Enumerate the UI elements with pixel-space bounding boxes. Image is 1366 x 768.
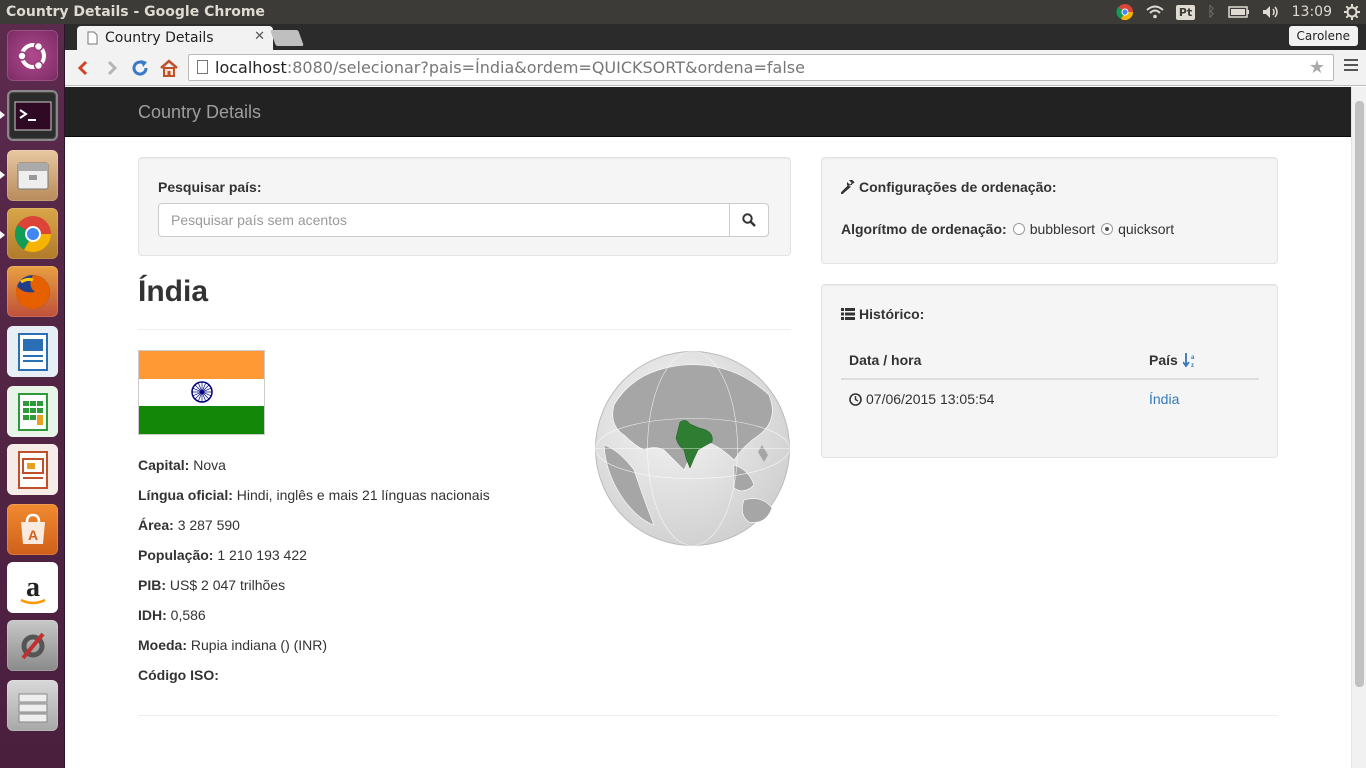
running-indicator	[0, 171, 5, 179]
chrome-icon[interactable]	[7, 208, 58, 259]
info-row-currency: Moeda: Rupia indiana () (INR)	[138, 637, 328, 653]
search-button[interactable]	[729, 203, 769, 237]
calc-icon[interactable]	[7, 386, 58, 437]
software-center-icon[interactable]: A	[7, 504, 58, 555]
search-panel: Pesquisar país:	[138, 157, 791, 256]
search-icon	[742, 213, 756, 227]
firefox-icon[interactable]	[7, 266, 58, 317]
radio-bubblesort[interactable]	[1012, 223, 1025, 235]
location-globe-map	[595, 351, 790, 546]
files-icon[interactable]	[7, 150, 58, 201]
writer-icon[interactable]	[7, 326, 58, 377]
navbar: Country Details	[65, 87, 1351, 137]
workspaces-icon[interactable]	[7, 680, 58, 731]
info-row-language: Língua oficial: Hindi, inglês e mais 21 …	[138, 487, 490, 503]
ashoka-chakra-icon	[191, 381, 213, 403]
bookmark-star-icon[interactable]: ★	[1309, 57, 1325, 78]
page-icon	[197, 60, 208, 74]
settings-icon[interactable]	[7, 620, 58, 671]
profile-button[interactable]: Carolene	[1288, 26, 1358, 46]
navbar-brand[interactable]: Country Details	[138, 102, 261, 123]
info-row-hdi: IDH: 0,586	[138, 607, 206, 623]
power-settings-icon[interactable]	[1338, 0, 1366, 24]
forward-button[interactable]	[100, 56, 124, 80]
page-favicon-icon	[87, 31, 98, 45]
svg-text:a: a	[26, 572, 40, 603]
page-scrollbar[interactable]	[1351, 87, 1366, 768]
radio-quicksort-label: quicksort	[1118, 221, 1175, 237]
svg-text:a: a	[1191, 355, 1195, 361]
history-datetime: 07/06/2015 13:05:54	[849, 391, 994, 407]
battery-icon[interactable]	[1222, 0, 1256, 24]
country-flag	[138, 350, 265, 435]
column-datetime: Data / hora	[849, 352, 922, 368]
svg-text:z: z	[1191, 363, 1194, 368]
history-country-link[interactable]: Índia	[1149, 391, 1179, 407]
address-bar[interactable]: localhost:8080/selecionar?pais=Índia&ord…	[188, 54, 1334, 81]
info-row-population: População: 1 210 193 422	[138, 547, 307, 563]
url-host: localhost	[215, 58, 287, 77]
svg-text:A: A	[27, 527, 37, 543]
history-table-header: Data / hora País az	[841, 343, 1259, 380]
sorting-panel: Configurações de ordenação: Algorítmo de…	[821, 157, 1278, 264]
history-title: Histórico:	[841, 306, 924, 322]
launcher: A a	[0, 24, 65, 768]
info-row-area: Área: 3 287 590	[138, 517, 240, 533]
bluetooth-icon[interactable]: ᛒ	[1201, 0, 1221, 24]
divider	[138, 715, 1278, 716]
table-row: 07/06/2015 13:05:54 Índia	[841, 380, 1259, 417]
volume-icon[interactable]	[1256, 0, 1286, 24]
sorting-algorithm-row: Algorítmo de ordenação: bubblesort quick…	[841, 221, 1175, 237]
scrollbar-thumb[interactable]	[1355, 101, 1364, 687]
ubuntu-dash-icon[interactable]	[7, 30, 58, 81]
flag-green-band	[139, 406, 264, 434]
running-indicator	[0, 111, 5, 119]
radio-bubblesort-label: bubblesort	[1029, 221, 1096, 237]
back-button[interactable]	[71, 56, 95, 80]
os-top-panel: Country Details - Google Chrome Pt ᛒ 13:…	[0, 0, 1366, 24]
info-row-gdp: PIB: US$ 2 047 trilhões	[138, 577, 286, 593]
chrome-tray-icon[interactable]	[1110, 0, 1140, 24]
running-indicator	[0, 231, 5, 239]
amazon-icon[interactable]: a	[7, 562, 58, 613]
info-row-capital: Capital: Nova	[138, 457, 226, 473]
browser-toolbar: localhost:8080/selecionar?pais=Índia&ord…	[65, 50, 1366, 86]
info-row-iso-code: Código ISO:	[138, 667, 219, 683]
window-title: Country Details - Google Chrome	[6, 4, 265, 20]
tab-country-details[interactable]: Country Details ✕	[77, 26, 273, 50]
terminal-icon[interactable]	[7, 90, 58, 141]
keyboard-layout-indicator[interactable]: Pt	[1170, 0, 1201, 24]
search-input[interactable]	[158, 203, 730, 237]
clock-icon	[849, 392, 862, 406]
system-tray: Pt ᛒ 13:09	[1110, 0, 1366, 24]
search-label: Pesquisar país:	[158, 179, 262, 195]
sort-alpha-icon: az	[1182, 353, 1195, 368]
tab-title: Country Details	[105, 30, 214, 46]
list-icon	[841, 308, 855, 320]
reload-button[interactable]	[128, 56, 152, 80]
tab-strip: Country Details ✕ Carolene	[65, 24, 1366, 50]
url-path: :8080/selecionar?pais=Índia&ordem=QUICKS…	[286, 58, 805, 77]
chrome-menu-icon[interactable]	[1344, 59, 1358, 74]
column-country[interactable]: País az	[1149, 352, 1197, 368]
wrench-icon	[841, 180, 855, 194]
sorting-title: Configurações de ordenação:	[841, 179, 1057, 195]
history-panel: Histórico: Data / hora País az 07/06/201…	[821, 284, 1278, 458]
country-title: Índia	[138, 275, 209, 308]
divider	[138, 329, 791, 330]
new-tab-button[interactable]	[270, 30, 304, 46]
history-table: Data / hora País az 07/06/2015 13:05:54 …	[841, 343, 1259, 417]
clock[interactable]: 13:09	[1286, 0, 1338, 24]
wifi-icon[interactable]	[1140, 0, 1170, 24]
flag-white-band	[139, 379, 264, 406]
page-viewport: Country Details Pesquisar país: Índia	[65, 87, 1351, 768]
impress-icon[interactable]	[7, 444, 58, 495]
tab-close-icon[interactable]: ✕	[254, 29, 265, 44]
flag-saffron-band	[139, 351, 264, 379]
radio-quicksort[interactable]	[1101, 223, 1114, 235]
home-button[interactable]	[157, 56, 181, 80]
